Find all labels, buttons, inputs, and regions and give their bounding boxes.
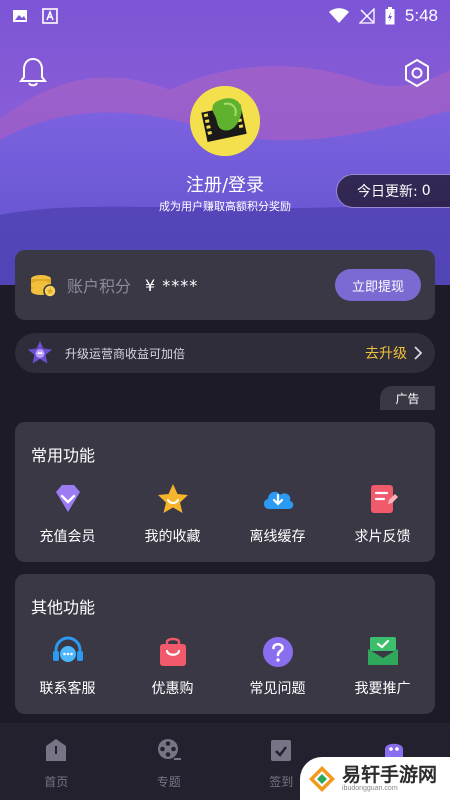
common-functions-title: 常用功能 (31, 446, 96, 465)
watermark-subtext: ibudongguan.com (342, 785, 398, 792)
diamond-icon (55, 485, 80, 512)
promote-mail-icon (367, 637, 398, 665)
faq-item[interactable]: 常见问题 (225, 634, 330, 698)
today-update-label: 今日更新: (357, 184, 418, 200)
request-feedback-item[interactable]: 求片反馈 (330, 482, 435, 546)
settings-icon[interactable] (402, 58, 432, 88)
contact-support-label: 联系客服 (39, 681, 96, 697)
watermark-text: 易轩手游网 (342, 764, 438, 786)
faq-label: 常见问题 (249, 681, 306, 697)
nav-home[interactable]: 首页 (0, 723, 113, 800)
upgrade-link-label: 去升级 (365, 346, 407, 362)
wifi-icon (328, 8, 349, 23)
no-signal-icon (358, 8, 375, 24)
withdraw-button[interactable]: 立即提现 (335, 269, 421, 301)
offline-cache-label: 离线缓存 (249, 529, 306, 545)
today-update-count: 0 (421, 183, 431, 199)
recharge-vip-item[interactable]: 充值会员 (15, 482, 120, 546)
account-points-card: 账户积分 ¥ **** 立即提现 (15, 250, 435, 320)
offline-cache-item[interactable]: 离线缓存 (225, 482, 330, 546)
crown-star-icon (28, 341, 52, 364)
battery-charging-icon (385, 7, 395, 25)
contact-support-item[interactable]: 联系客服 (15, 634, 120, 698)
favorites-item[interactable]: 我的收藏 (120, 482, 225, 546)
common-functions-grid: 充值会员 我的收藏 离线缓存 求片反馈 (15, 482, 435, 546)
watermark: 易轩手游网 ibudongguan.com (300, 757, 450, 800)
chevron-right-icon (414, 346, 423, 360)
points-label: 账户积分 (67, 277, 132, 296)
upgrade-text: 升级运营商收益可加倍 (65, 346, 186, 361)
upgrade-banner[interactable]: 升级运营商收益可加倍 去升级 (15, 333, 435, 373)
coins-icon (31, 275, 57, 298)
request-feedback-label: 求片反馈 (354, 529, 411, 545)
home-icon (46, 739, 67, 761)
question-icon (262, 637, 293, 667)
today-update-badge[interactable]: 今日更新: 0 (336, 174, 450, 208)
edit-note-icon (370, 485, 398, 513)
other-functions-title: 其他功能 (31, 598, 96, 617)
nav-topics-label: 专题 (156, 775, 181, 789)
watermark-text-group: 易轩手游网 ibudongguan.com (342, 765, 437, 792)
ad-tag: 广告 (380, 386, 435, 410)
image-notification-icon (13, 10, 27, 22)
status-time: 5:48 (404, 6, 438, 25)
nav-checkin-label: 签到 (269, 775, 294, 789)
shopping-bag-icon (159, 637, 186, 666)
watermark-logo-icon (309, 765, 335, 792)
nav-topics[interactable]: 专题 (113, 723, 226, 800)
favorites-label: 我的收藏 (144, 529, 201, 545)
status-bar: 5:48 (0, 0, 450, 32)
avatar[interactable] (190, 86, 260, 156)
promote-label: 我要推广 (354, 681, 411, 697)
star-icon (157, 484, 188, 513)
other-functions-grid: 联系客服 优惠购 常见问题 我要推广 (15, 634, 435, 698)
text-notification-icon (42, 8, 58, 24)
other-functions-card: 其他功能 联系客服 优惠购 常见问题 我要推广 (15, 574, 435, 714)
checkin-icon (271, 740, 292, 761)
bean-film-logo-icon (190, 86, 260, 156)
recharge-vip-label: 充值会员 (39, 529, 96, 545)
promote-item[interactable]: 我要推广 (330, 634, 435, 698)
discount-shop-item[interactable]: 优惠购 (120, 634, 225, 698)
discount-shop-label: 优惠购 (151, 681, 194, 697)
upgrade-link[interactable]: 去升级 (365, 343, 423, 363)
points-value: ¥ **** (145, 275, 199, 295)
film-reel-icon (157, 739, 181, 760)
common-functions-card: 常用功能 充值会员 我的收藏 离线缓存 求片反馈 (15, 422, 435, 562)
nav-home-label: 首页 (44, 775, 69, 789)
bell-icon[interactable] (18, 56, 48, 88)
cloud-download-icon (263, 491, 293, 509)
headset-icon (52, 636, 83, 662)
